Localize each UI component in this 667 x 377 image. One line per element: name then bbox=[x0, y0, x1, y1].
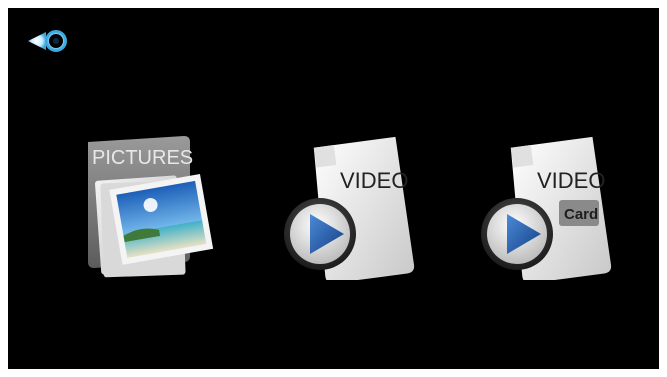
tile-video-card[interactable]: VIDEO Card bbox=[471, 130, 621, 280]
tile-video-card-label: VIDEO bbox=[537, 168, 605, 193]
back-button[interactable] bbox=[26, 24, 72, 58]
back-arrow-icon bbox=[28, 30, 67, 52]
video-file-icon: VIDEO bbox=[284, 136, 415, 280]
tile-pictures-label: PICTURES bbox=[92, 147, 193, 169]
pictures-folder-icon: PICTURES bbox=[88, 136, 214, 278]
tile-video[interactable]: VIDEO bbox=[274, 130, 424, 280]
tile-pictures[interactable]: PICTURES bbox=[80, 130, 218, 282]
media-menu-screen: PICTURES VIDEO VIDEO Card bbox=[8, 8, 659, 369]
card-badge-label: Card bbox=[564, 206, 598, 223]
video-card-file-icon: VIDEO Card bbox=[481, 136, 612, 280]
tile-video-label: VIDEO bbox=[340, 168, 408, 193]
